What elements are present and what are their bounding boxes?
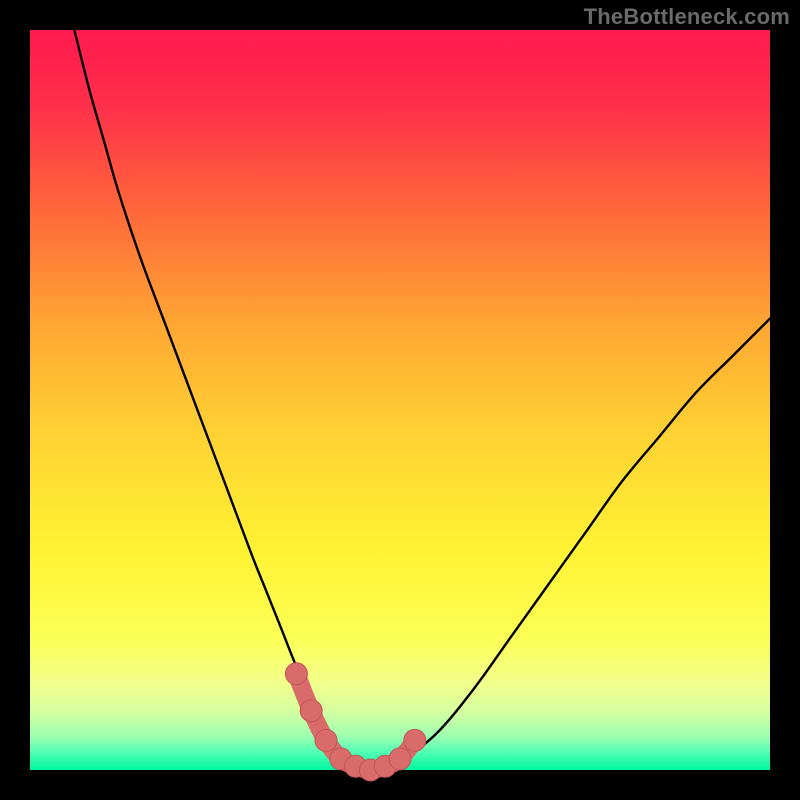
optimal-marker-dot bbox=[285, 663, 307, 685]
bottleneck-chart bbox=[0, 0, 800, 800]
watermark-text: TheBottleneck.com bbox=[584, 4, 790, 30]
optimal-marker-dot bbox=[315, 729, 337, 751]
optimal-marker-dot bbox=[404, 729, 426, 751]
optimal-marker-dot bbox=[389, 748, 411, 770]
chart-frame: { "watermark": "TheBottleneck.com", "col… bbox=[0, 0, 800, 800]
gradient-background bbox=[30, 30, 770, 770]
optimal-marker-dot bbox=[300, 700, 322, 722]
